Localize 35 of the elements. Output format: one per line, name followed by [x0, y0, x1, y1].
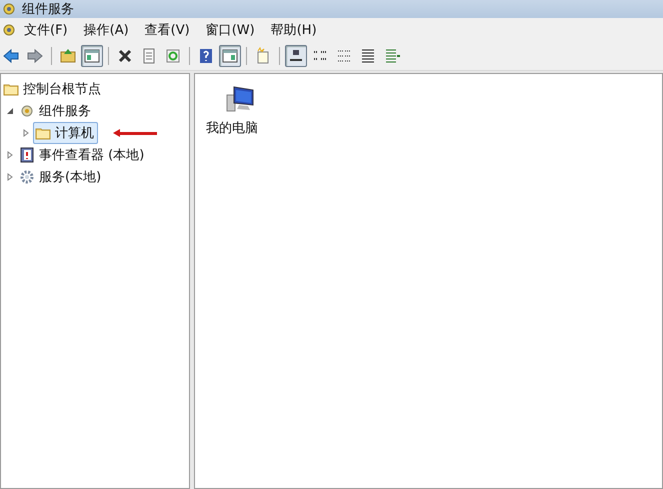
event-viewer-icon [19, 147, 35, 163]
menu-item[interactable]: 帮助(H) [262, 19, 325, 41]
collapsed-triangle-icon[interactable] [21, 128, 31, 138]
menu-item[interactable]: 文件(F) [16, 19, 76, 41]
help-icon [197, 47, 215, 65]
export-list-icon [383, 47, 401, 65]
refresh-icon [164, 47, 182, 65]
back-arrow-icon [2, 47, 20, 65]
tree-item[interactable]: 事件查看器 (本地) [17, 144, 148, 166]
folder-up-icon [59, 47, 77, 65]
expanded-triangle-icon[interactable] [5, 106, 15, 116]
tree-item[interactable]: 计算机 [33, 122, 98, 144]
component-icon [19, 103, 35, 119]
delete-icon [116, 47, 134, 65]
forward-arrow-icon [26, 47, 44, 65]
menu-item[interactable]: 查看(V) [136, 19, 198, 41]
console-tree-button[interactable] [81, 45, 103, 67]
arrow-annotation-icon [112, 128, 158, 138]
action-pane-button[interactable] [219, 45, 241, 67]
tree-item[interactable]: 服务(本地) [17, 166, 106, 188]
tree-item[interactable]: 组件服务 [17, 100, 95, 122]
large-buttons-view-icon[interactable] [285, 45, 307, 67]
component-icon [2, 23, 16, 37]
tree-item[interactable]: 控制台根节点 [1, 78, 105, 100]
gear-icon [19, 169, 35, 185]
menu-item[interactable]: 窗口(W) [198, 19, 263, 41]
action-pane-icon [221, 47, 239, 65]
component-icon [2, 2, 16, 16]
menu-item[interactable]: 操作(A) [76, 19, 137, 41]
details-view-icon [359, 47, 377, 65]
collapsed-triangle-icon[interactable] [5, 172, 15, 182]
computer-item[interactable]: 我的电脑 [203, 80, 261, 140]
collapsed-triangle-icon[interactable] [5, 150, 15, 160]
window-title: 组件服务 [22, 1, 74, 18]
console-tree-icon [83, 47, 101, 65]
